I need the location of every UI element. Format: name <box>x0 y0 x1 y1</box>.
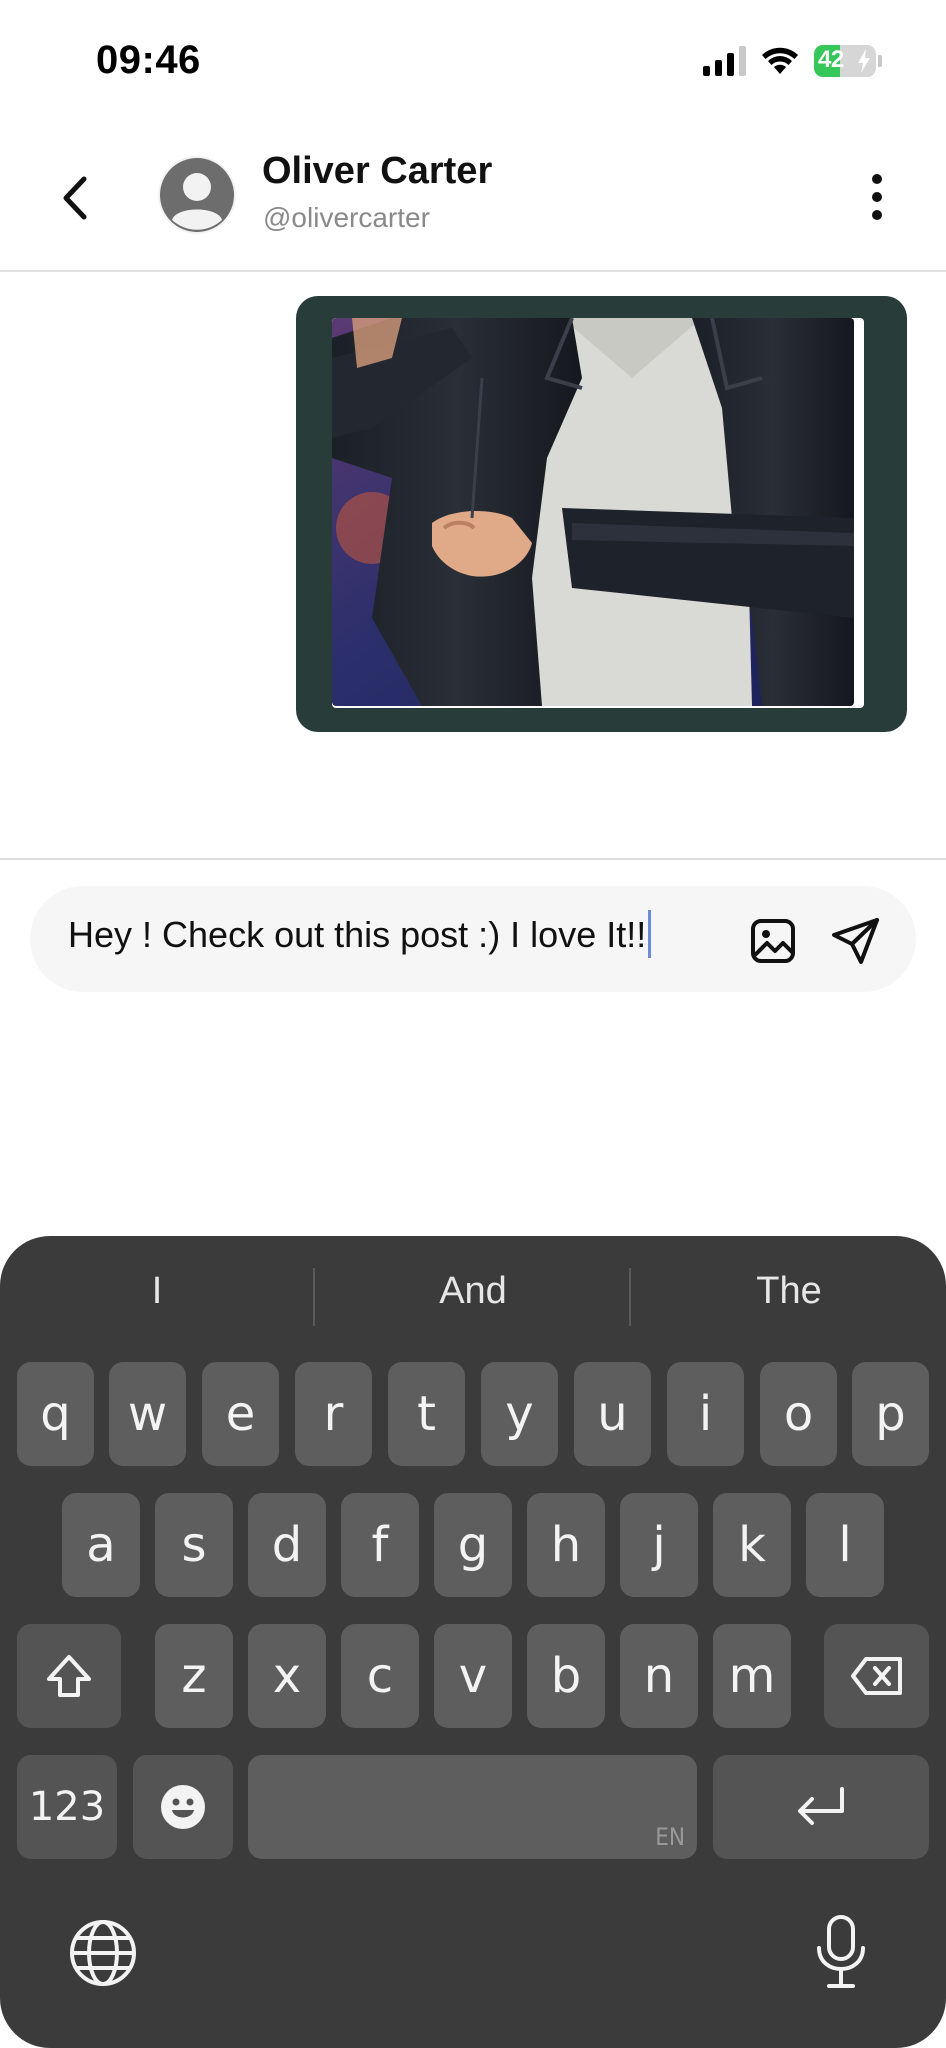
key-r[interactable]: r <box>295 1362 372 1466</box>
photo-image <box>332 318 854 706</box>
suggestion-2[interactable]: And <box>316 1270 630 1313</box>
return-key[interactable] <box>713 1755 929 1859</box>
dictation-button[interactable] <box>806 1912 876 1992</box>
charging-bolt-icon <box>858 49 870 73</box>
key-s[interactable]: s <box>155 1493 233 1597</box>
key-t[interactable]: t <box>388 1362 465 1466</box>
key-p[interactable]: p <box>852 1362 929 1466</box>
microphone-icon <box>817 1915 865 1988</box>
key-q[interactable]: q <box>17 1362 94 1466</box>
globe-icon <box>70 1920 136 1986</box>
status-time: 09:46 <box>96 38 201 82</box>
battery-icon: 42 <box>814 45 876 77</box>
key-l[interactable]: l <box>806 1493 884 1597</box>
suggestion-1[interactable]: I <box>0 1270 314 1313</box>
globe-button[interactable] <box>66 1916 140 1990</box>
space-language-label: EN <box>655 1823 685 1851</box>
status-bar: 09:46 42 <box>0 0 946 120</box>
contact-name: Oliver Carter <box>262 150 493 192</box>
chat-header: Oliver Carter @olivercarter <box>0 120 946 272</box>
image-frame <box>332 318 864 708</box>
message-photo[interactable] <box>332 318 854 706</box>
key-x[interactable]: x <box>248 1624 326 1728</box>
keyboard: I And The q w e r t y u i o p a s d f g … <box>0 1236 946 2048</box>
text-caret <box>648 910 652 959</box>
key-g[interactable]: g <box>434 1493 512 1597</box>
back-chevron-icon <box>63 176 87 220</box>
key-y[interactable]: y <box>481 1362 558 1466</box>
status-icons: 42 <box>703 44 882 78</box>
battery-percentage: 42 <box>818 46 844 73</box>
avatar-placeholder-icon <box>160 158 234 232</box>
key-z[interactable]: z <box>155 1624 233 1728</box>
more-vertical-icon <box>872 174 882 184</box>
suggestion-3[interactable]: The <box>632 1270 946 1313</box>
emoji-icon <box>161 1785 205 1829</box>
key-e[interactable]: e <box>202 1362 279 1466</box>
suggestion-bar: I And The <box>0 1236 946 1356</box>
shift-key[interactable] <box>17 1624 121 1728</box>
image-attach-icon <box>751 919 795 963</box>
message-input[interactable]: Hey ! Check out this post :) I love It!! <box>68 910 652 959</box>
message-composer[interactable]: Hey ! Check out this post :) I love It!! <box>30 886 916 992</box>
key-k[interactable]: k <box>713 1493 791 1597</box>
backspace-icon <box>850 1657 902 1695</box>
key-n[interactable]: n <box>620 1624 698 1728</box>
key-c[interactable]: c <box>341 1624 419 1728</box>
shift-icon <box>47 1655 91 1697</box>
numbers-key[interactable]: 123 <box>17 1755 117 1859</box>
image-attach-button[interactable] <box>748 916 798 966</box>
key-u[interactable]: u <box>574 1362 651 1466</box>
key-w[interactable]: w <box>109 1362 186 1466</box>
send-button[interactable] <box>830 916 882 966</box>
image-message-bubble[interactable] <box>296 296 907 732</box>
cellular-signal-icon <box>703 46 746 76</box>
space-key[interactable]: EN <box>248 1755 697 1859</box>
message-list <box>0 272 946 858</box>
send-icon <box>832 918 879 964</box>
contact-handle: @olivercarter <box>263 202 430 233</box>
return-icon <box>798 1787 844 1825</box>
key-d[interactable]: d <box>248 1493 326 1597</box>
key-h[interactable]: h <box>527 1493 605 1597</box>
key-f[interactable]: f <box>341 1493 419 1597</box>
back-button[interactable] <box>50 168 100 228</box>
message-input-text: Hey ! Check out this post :) I love It!! <box>68 914 647 955</box>
key-a[interactable]: a <box>62 1493 140 1597</box>
emoji-key[interactable] <box>133 1755 233 1859</box>
suggestion-divider <box>629 1268 631 1326</box>
key-m[interactable]: m <box>713 1624 791 1728</box>
avatar[interactable] <box>158 156 236 234</box>
suggestion-divider <box>313 1268 315 1326</box>
key-v[interactable]: v <box>434 1624 512 1728</box>
battery-nub <box>878 55 882 67</box>
composer-divider <box>0 858 946 860</box>
more-options-button[interactable] <box>852 162 902 232</box>
backspace-key[interactable] <box>824 1624 929 1728</box>
key-j[interactable]: j <box>620 1493 698 1597</box>
key-b[interactable]: b <box>527 1624 605 1728</box>
key-i[interactable]: i <box>667 1362 744 1466</box>
key-o[interactable]: o <box>760 1362 837 1466</box>
wifi-icon <box>762 47 798 74</box>
